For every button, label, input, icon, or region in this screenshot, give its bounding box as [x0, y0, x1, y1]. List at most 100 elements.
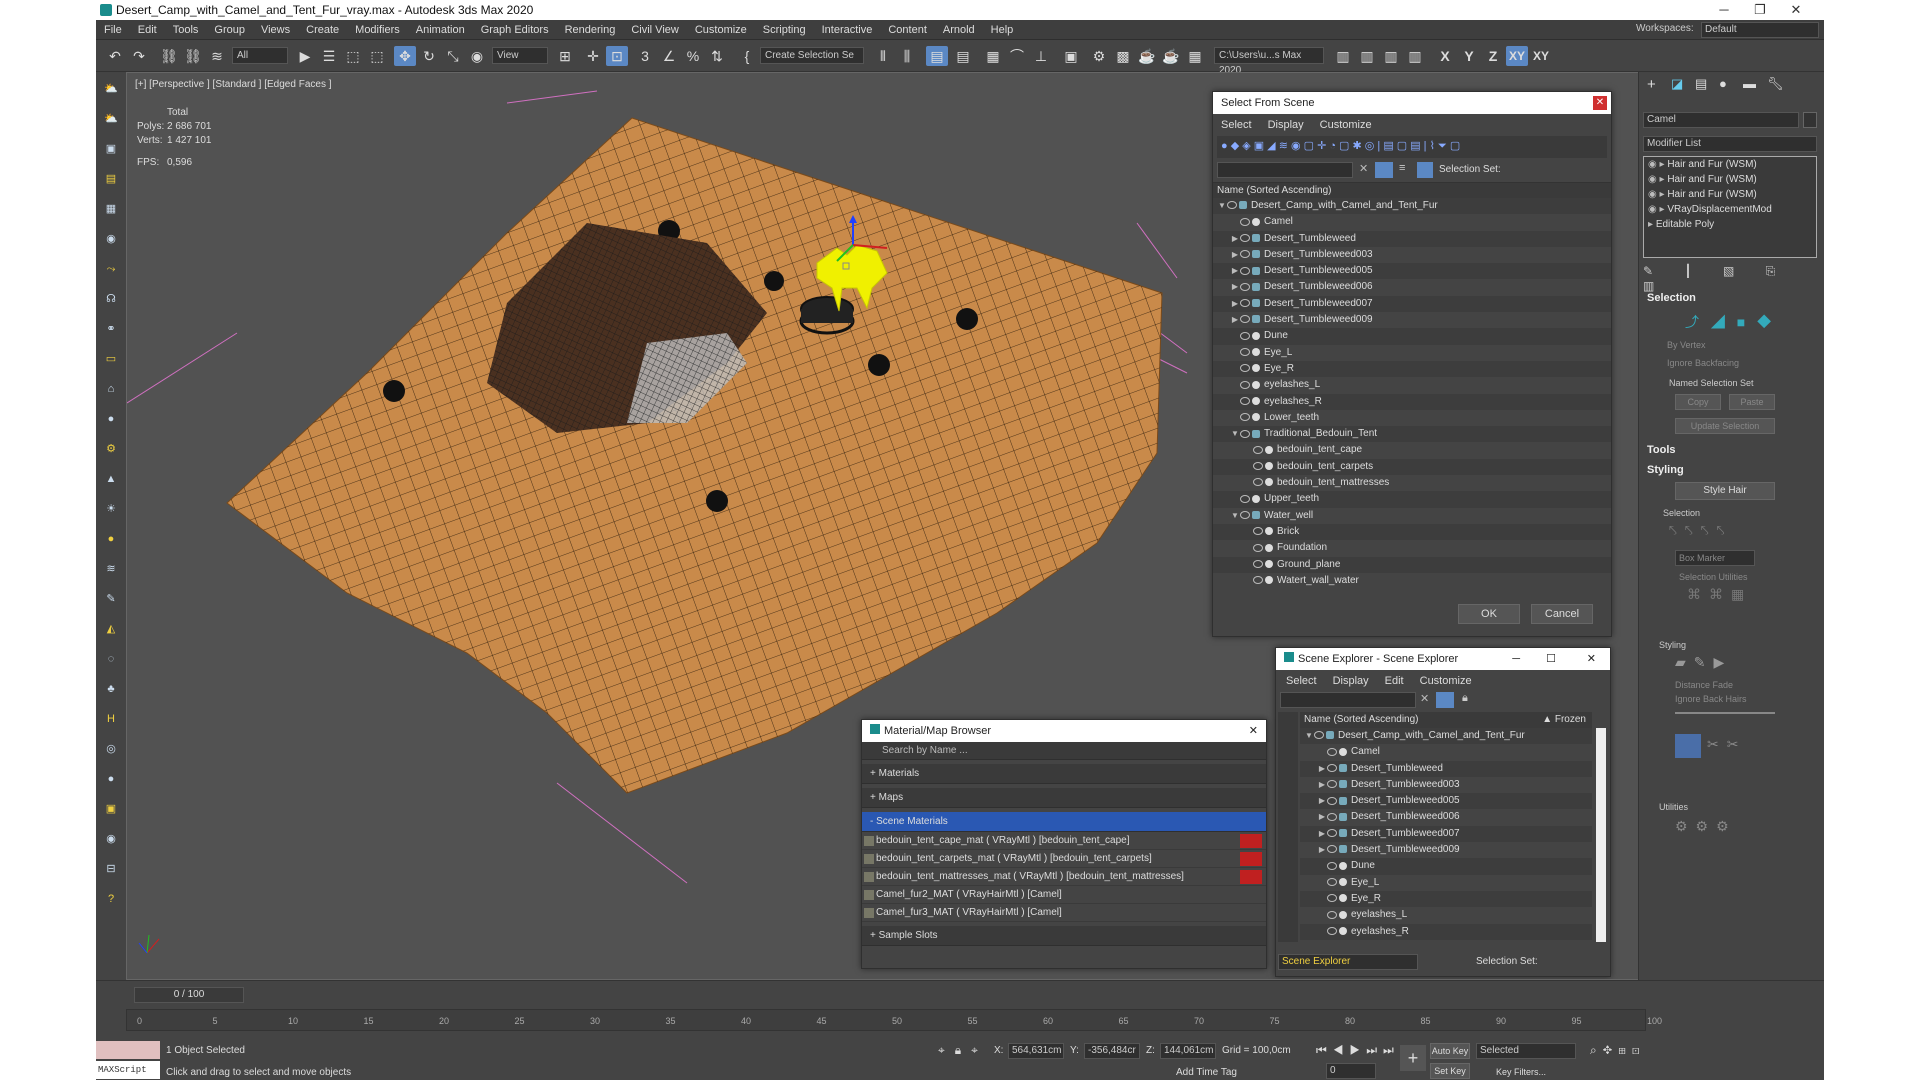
project-open-icon[interactable]: ▥	[1356, 46, 1378, 66]
menu-help[interactable]: Help	[983, 20, 1022, 40]
spinner-snap-icon[interactable]: ⇅	[706, 46, 728, 66]
visibility-eye-icon[interactable]	[1253, 462, 1263, 471]
menu-group[interactable]: Group	[206, 20, 253, 40]
visibility-eye-icon[interactable]	[1240, 364, 1250, 373]
box-marker-dropdown[interactable]: Box Marker	[1675, 550, 1755, 566]
hair-brush-active-icon[interactable]	[1675, 734, 1701, 758]
display-tab-icon[interactable]: ▬	[1743, 76, 1756, 91]
expand-arrow-icon[interactable]: ▶	[1230, 279, 1240, 295]
grid-alt-icon[interactable]: ▦	[101, 200, 121, 218]
visibility-eye-icon[interactable]	[1327, 747, 1337, 756]
mb-close-icon[interactable]: ✕	[1249, 720, 1258, 742]
se-maximize-icon[interactable]: ☐	[1546, 648, 1556, 670]
modifier-toggle-icon[interactable]: ◉ ▸	[1648, 159, 1667, 170]
sun-icon[interactable]: ☀	[101, 500, 121, 518]
tree-row[interactable]: bedouin_tent_cape	[1213, 442, 1611, 458]
visibility-eye-icon[interactable]	[1240, 413, 1250, 422]
menu-civil-view[interactable]: Civil View	[623, 20, 686, 40]
tree-row[interactable]: ▼ Desert_Camp_with_Camel_and_Tent_Fur	[1213, 198, 1611, 215]
tree-row[interactable]: Camel	[1213, 214, 1611, 230]
tools-rollout[interactable]: Tools	[1647, 444, 1676, 456]
schematic-icon[interactable]: ⊥	[1030, 46, 1052, 66]
visibility-eye-icon[interactable]	[1240, 429, 1250, 438]
menu-rendering[interactable]: Rendering	[557, 20, 624, 40]
panel-icon[interactable]: ⊟	[101, 860, 121, 878]
y-coordinate-field[interactable]: -356,484cr	[1084, 1043, 1140, 1059]
se-lock-icon[interactable]: 🔒︎	[1462, 692, 1468, 705]
material-item[interactable]: Camel_fur3_MAT ( VRayHairMtl ) [Camel]	[862, 904, 1266, 922]
modifier-list-dropdown[interactable]: Modifier List	[1643, 136, 1817, 152]
expand-arrow-icon[interactable]: ▶	[1317, 793, 1327, 809]
cloud-alt-icon[interactable]: ⛅	[101, 110, 121, 128]
hair-utility-icons[interactable]: ⚙⚙⚙	[1675, 818, 1737, 835]
keyboard-shortcut-icon[interactable]: ⊡	[606, 46, 628, 66]
tree-row[interactable]: ▼ Desert_Camp_with_Camel_and_Tent_Fur	[1300, 728, 1592, 745]
project-path-dropdown[interactable]: C:\Users\u...s Max 2020	[1214, 47, 1324, 76]
z-coordinate-field[interactable]: 144,061cm	[1160, 1043, 1216, 1059]
select-by-name-icon[interactable]: ☰	[318, 46, 340, 66]
tree-row[interactable]: bedouin_tent_carpets	[1213, 458, 1611, 476]
visibility-eye-icon[interactable]	[1327, 763, 1337, 772]
maximize-button[interactable]: ❐	[1742, 0, 1778, 20]
ignore-backfacing-checkbox[interactable]: Ignore Backfacing	[1667, 358, 1739, 368]
tree-row[interactable]: ▶ Desert_Tumbleweed006	[1300, 809, 1592, 825]
selection-filter-dropdown[interactable]: All	[232, 47, 288, 64]
visibility-eye-icon[interactable]	[1240, 396, 1250, 405]
tree-row[interactable]: Camel	[1300, 744, 1592, 760]
filter-funnel-icon[interactable]	[1375, 162, 1393, 178]
styling-tool-icons[interactable]: ▰✎▶	[1675, 654, 1732, 671]
ref-coord-dropdown[interactable]: View	[492, 47, 548, 64]
copy-button[interactable]: Copy	[1675, 394, 1721, 410]
visibility-eye-icon[interactable]	[1327, 926, 1337, 935]
modifier-toggle-icon[interactable]: ▸	[1648, 219, 1656, 230]
se-column-header[interactable]: Name (Sorted Ascending) ▲ Frozen	[1300, 712, 1592, 728]
styling-rollout[interactable]: Styling	[1647, 464, 1684, 476]
se-clear-icon[interactable]: ✕	[1420, 692, 1429, 705]
vray-icon[interactable]: ▦	[1184, 46, 1206, 66]
cone-icon[interactable]: ▲	[101, 470, 121, 488]
maxscript-mini-input[interactable]: MAXScript Mi	[96, 1061, 160, 1079]
tree-row[interactable]: Dune	[1213, 328, 1611, 345]
material-item[interactable]: bedouin_tent_cape_mat ( VRayMtl ) [bedou…	[862, 832, 1266, 850]
bind-spacewarp-icon[interactable]: ≋	[206, 46, 228, 66]
expand-arrow-icon[interactable]: ▶	[1230, 296, 1240, 312]
expand-arrow-icon[interactable]: ▶	[1230, 231, 1240, 247]
create-tab-icon[interactable]: +	[1647, 76, 1656, 93]
sphere-icon[interactable]: ●	[101, 410, 121, 428]
sfs-ok-button[interactable]: OK	[1458, 604, 1520, 624]
menu-graph-editors[interactable]: Graph Editors	[473, 20, 557, 40]
modifier-stack-item[interactable]: ◉ ▸ Hair and Fur (WSM)	[1644, 157, 1816, 172]
brush-size-slider[interactable]	[1675, 712, 1775, 714]
se-footer-dropdown[interactable]: Scene Explorer	[1278, 954, 1418, 970]
brush-icon[interactable]: ✎	[101, 590, 121, 608]
redo-icon[interactable]: ↷	[128, 46, 150, 66]
link-icon[interactable]: ⛓	[158, 46, 180, 66]
modifier-toggle-icon[interactable]: ◉ ▸	[1648, 204, 1667, 215]
tree-row[interactable]: Eye_R	[1213, 360, 1611, 378]
se-menu-display[interactable]: Display	[1325, 672, 1377, 690]
tree-row[interactable]: ▶ Desert_Tumbleweed003	[1213, 247, 1611, 263]
visibility-eye-icon[interactable]	[1227, 201, 1237, 210]
scene-explorer-icon[interactable]: ▤	[926, 46, 948, 66]
selection-set-icon[interactable]	[1417, 162, 1433, 178]
select-rotate-icon[interactable]: ↻	[418, 46, 440, 66]
mirror-icon[interactable]: ⫴	[872, 46, 894, 66]
plane-icon[interactable]: ▭	[101, 350, 121, 368]
grid-icon[interactable]: ▤	[101, 170, 121, 188]
lock-selection-icons[interactable]: ⌖🔒︎⌖	[938, 1043, 988, 1058]
auto-key-button[interactable]: Auto Key	[1430, 1043, 1470, 1059]
expand-arrow-icon[interactable]: ▶	[1317, 761, 1327, 777]
expand-arrow-icon[interactable]: ▼	[1304, 728, 1314, 744]
tree-row[interactable]: Foundation	[1213, 540, 1611, 556]
tree-row[interactable]: ▶ Desert_Tumbleweed007	[1213, 295, 1611, 313]
orb-icon[interactable]: ◉	[101, 830, 121, 848]
axis-y-icon[interactable]: Y	[1458, 46, 1480, 66]
sfs-menu-display[interactable]: Display	[1260, 116, 1312, 134]
by-vertex-checkbox[interactable]: By Vertex	[1667, 340, 1706, 350]
se-menu-customize[interactable]: Customize	[1412, 672, 1480, 690]
sfs-close-icon[interactable]: ✕	[1593, 96, 1607, 110]
globe-icon[interactable]: ●	[101, 770, 121, 788]
object-color-swatch[interactable]	[1803, 112, 1817, 128]
box-icon[interactable]: ▣	[101, 140, 121, 158]
tree-row[interactable]: Lower_teeth	[1213, 410, 1611, 426]
